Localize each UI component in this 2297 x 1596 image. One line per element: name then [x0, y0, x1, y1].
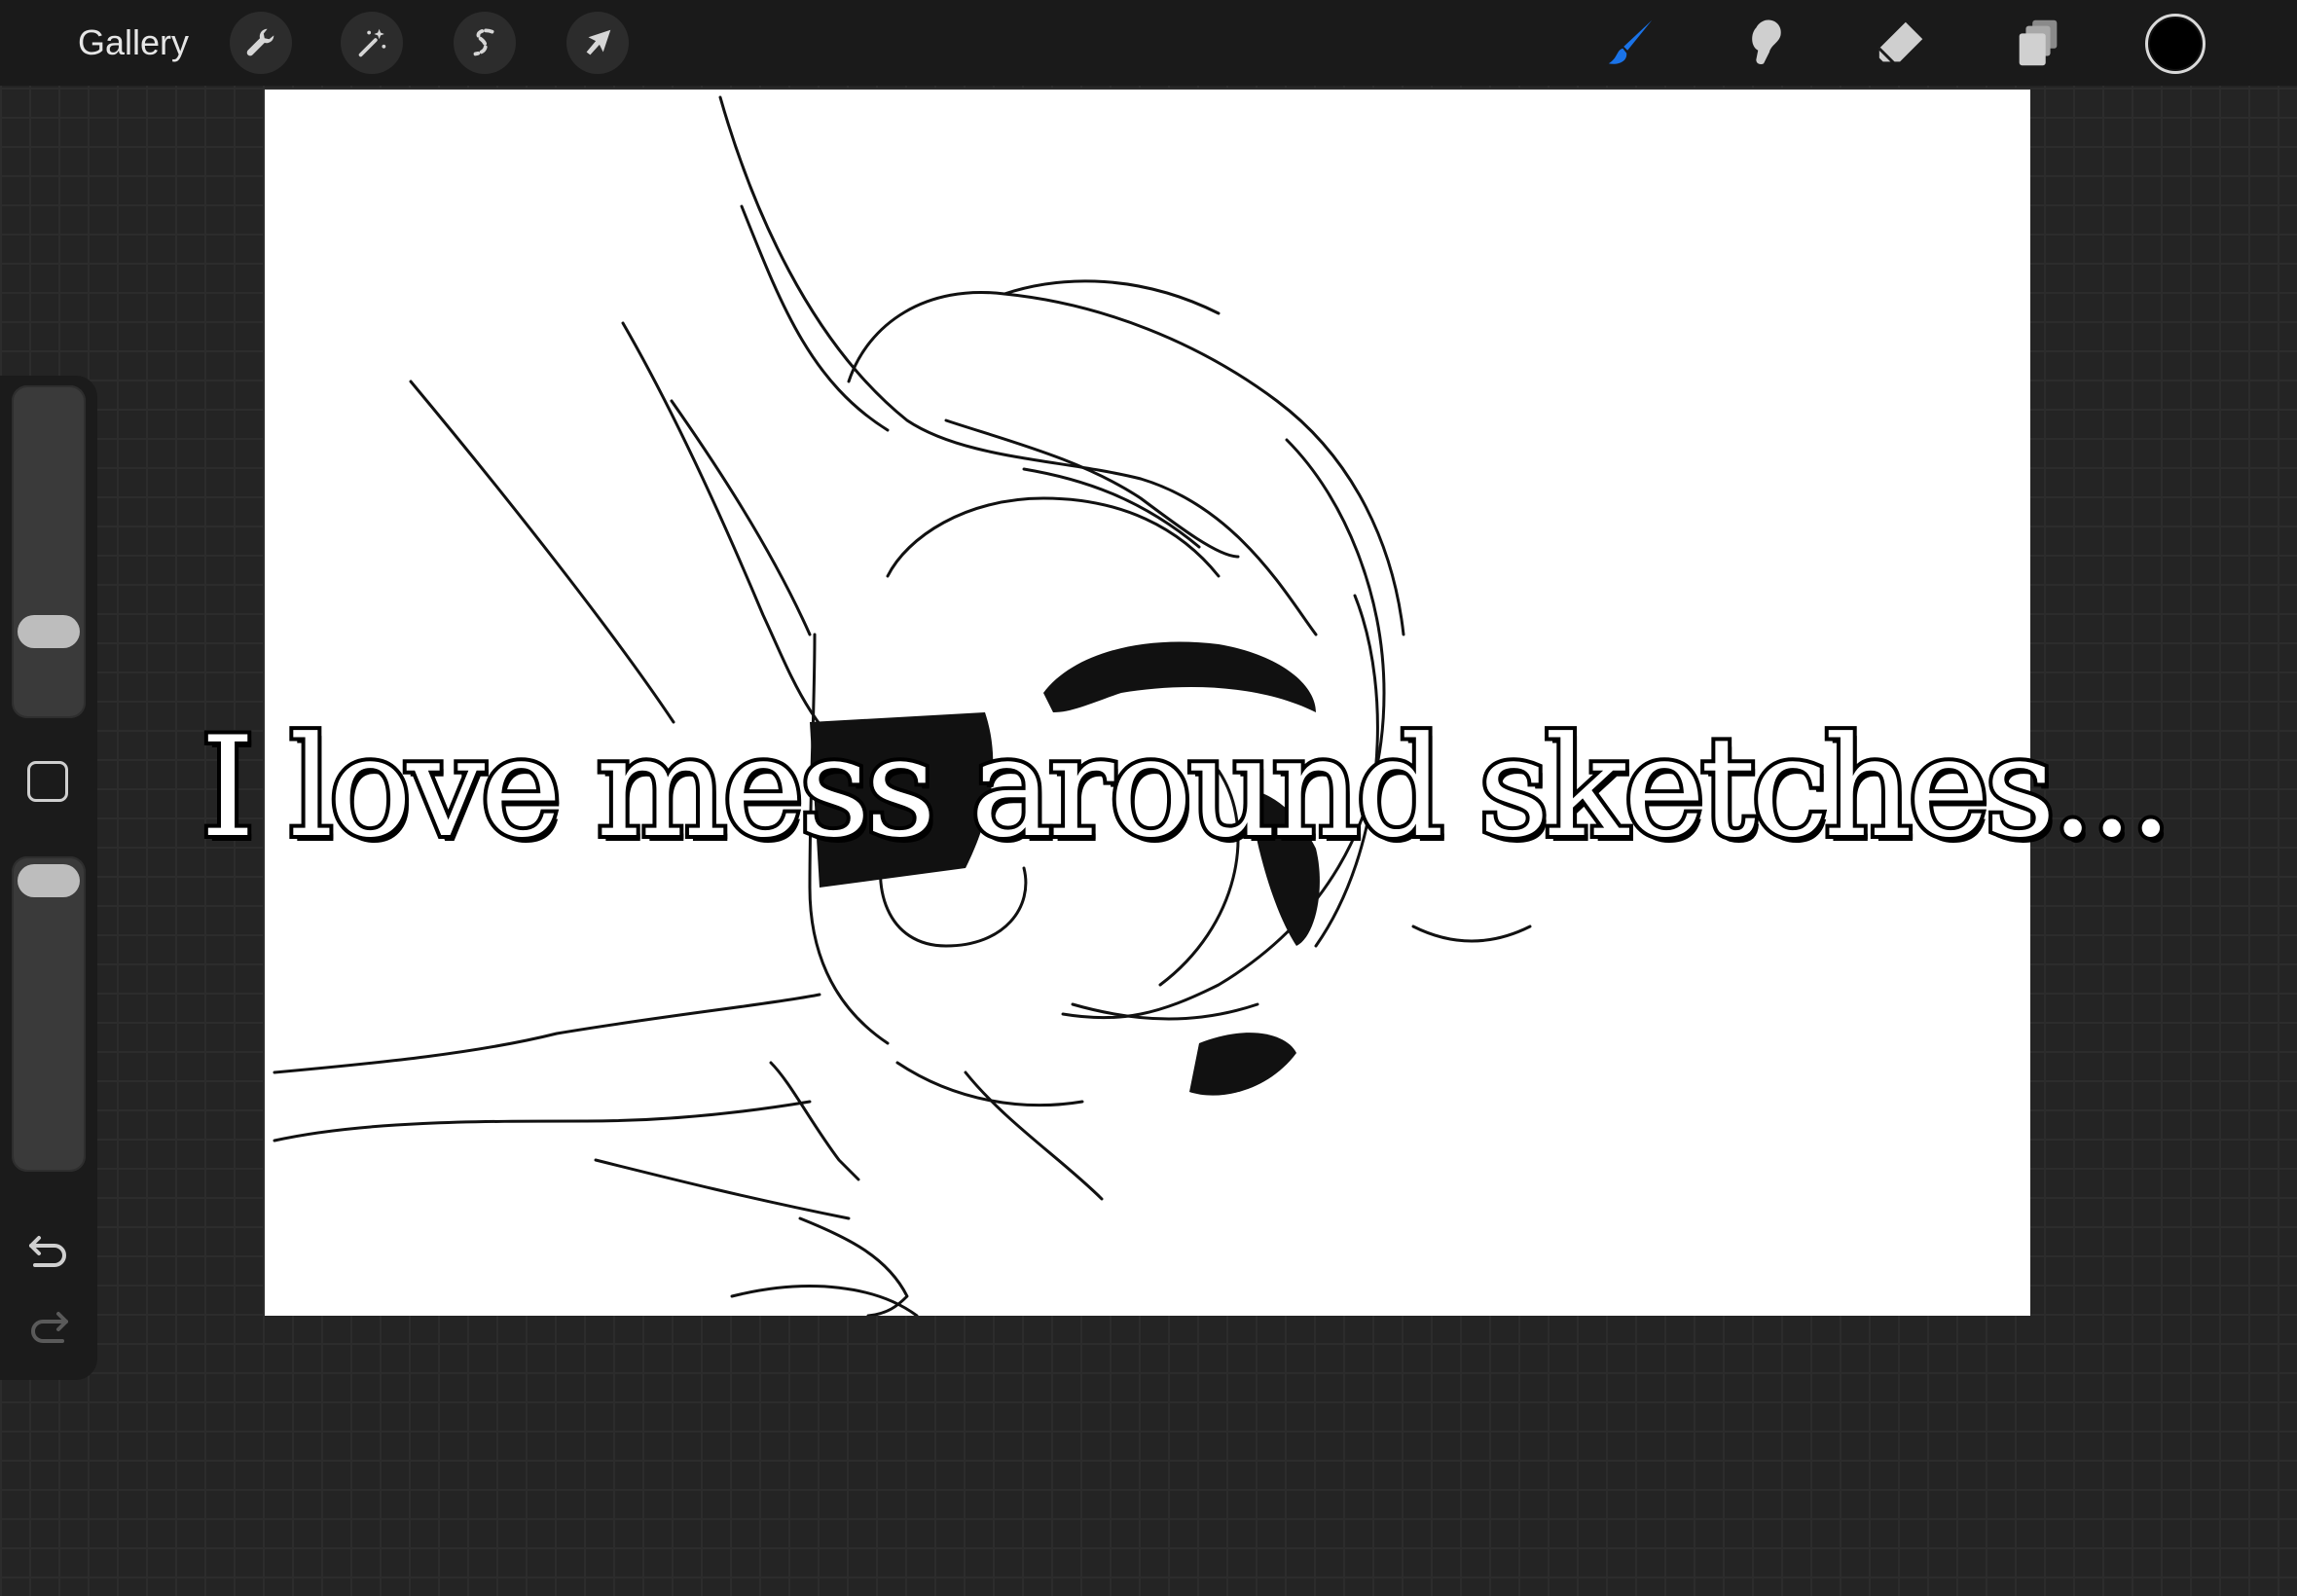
magic-wand-icon [358, 28, 386, 57]
eraser-tool-button[interactable] [1869, 10, 1935, 76]
gallery-button[interactable]: Gallery [78, 18, 189, 68]
smudge-tool-button[interactable] [1732, 10, 1799, 76]
eraser-icon [1878, 21, 1923, 67]
layers-button[interactable] [2005, 10, 2071, 76]
brush-size-thumb[interactable] [18, 615, 80, 648]
redo-icon[interactable] [25, 1304, 72, 1351]
modify-button[interactable] [27, 761, 68, 802]
adjustments-button[interactable] [341, 12, 403, 74]
smudge-icon [1752, 19, 1781, 65]
opacity-slider[interactable] [12, 856, 86, 1172]
selection-button[interactable] [454, 12, 516, 74]
brush-tool-button[interactable] [1598, 10, 1664, 76]
selection-icon [473, 28, 494, 56]
brush-icon [1608, 19, 1653, 64]
transform-arrow-icon [586, 29, 611, 55]
wrench-icon [246, 28, 274, 56]
sidebar [0, 376, 97, 1380]
actions-button[interactable] [230, 12, 292, 74]
opacity-thumb[interactable] [18, 864, 80, 897]
layers-icon [2019, 19, 2058, 66]
caption-text: I love mess around sketches... [197, 704, 2176, 872]
brush-size-slider[interactable] [12, 385, 86, 718]
transform-button[interactable] [566, 12, 629, 74]
undo-icon[interactable] [25, 1224, 72, 1271]
color-picker-button[interactable] [2145, 14, 2206, 74]
top-toolbar: Gallery [0, 0, 2297, 86]
